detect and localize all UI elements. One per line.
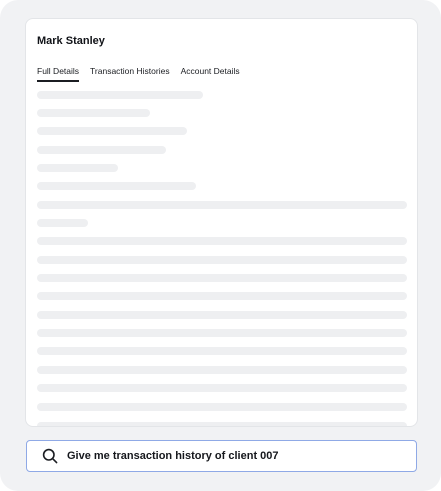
details-tabs: Full Details Transaction Histories Accou… (37, 66, 251, 82)
tab-account-details[interactable]: Account Details (181, 66, 240, 82)
skeleton-line (37, 237, 407, 245)
skeleton-line (37, 109, 150, 117)
skeleton-line (37, 256, 407, 264)
search-input[interactable]: Give me transaction history of client 00… (67, 450, 279, 462)
skeleton-line (37, 91, 203, 99)
prompt-search-bar[interactable]: Give me transaction history of client 00… (26, 440, 417, 472)
skeleton-line (37, 422, 407, 426)
skeleton-line (37, 311, 407, 319)
skeleton-line (37, 347, 407, 355)
client-details-card: Mark Stanley Full Details Transaction Hi… (25, 18, 418, 427)
skeleton-line (37, 384, 407, 392)
skeleton-line (37, 292, 407, 300)
skeleton-line (37, 182, 196, 190)
skeleton-line (37, 366, 407, 374)
tab-full-details[interactable]: Full Details (37, 66, 80, 82)
skeleton-line (37, 274, 407, 282)
skeleton-line (37, 219, 88, 227)
skeleton-line (37, 164, 118, 172)
skeleton-line (37, 403, 407, 411)
tab-transaction-histories[interactable]: Transaction Histories (90, 66, 170, 82)
skeleton-line (37, 201, 407, 209)
search-icon (42, 448, 58, 464)
skeleton-line (37, 146, 166, 154)
skeleton-line (37, 329, 407, 337)
skeleton-line (37, 127, 187, 135)
app-background: Mark Stanley Full Details Transaction Hi… (0, 0, 441, 491)
client-name: Mark Stanley (37, 35, 105, 47)
